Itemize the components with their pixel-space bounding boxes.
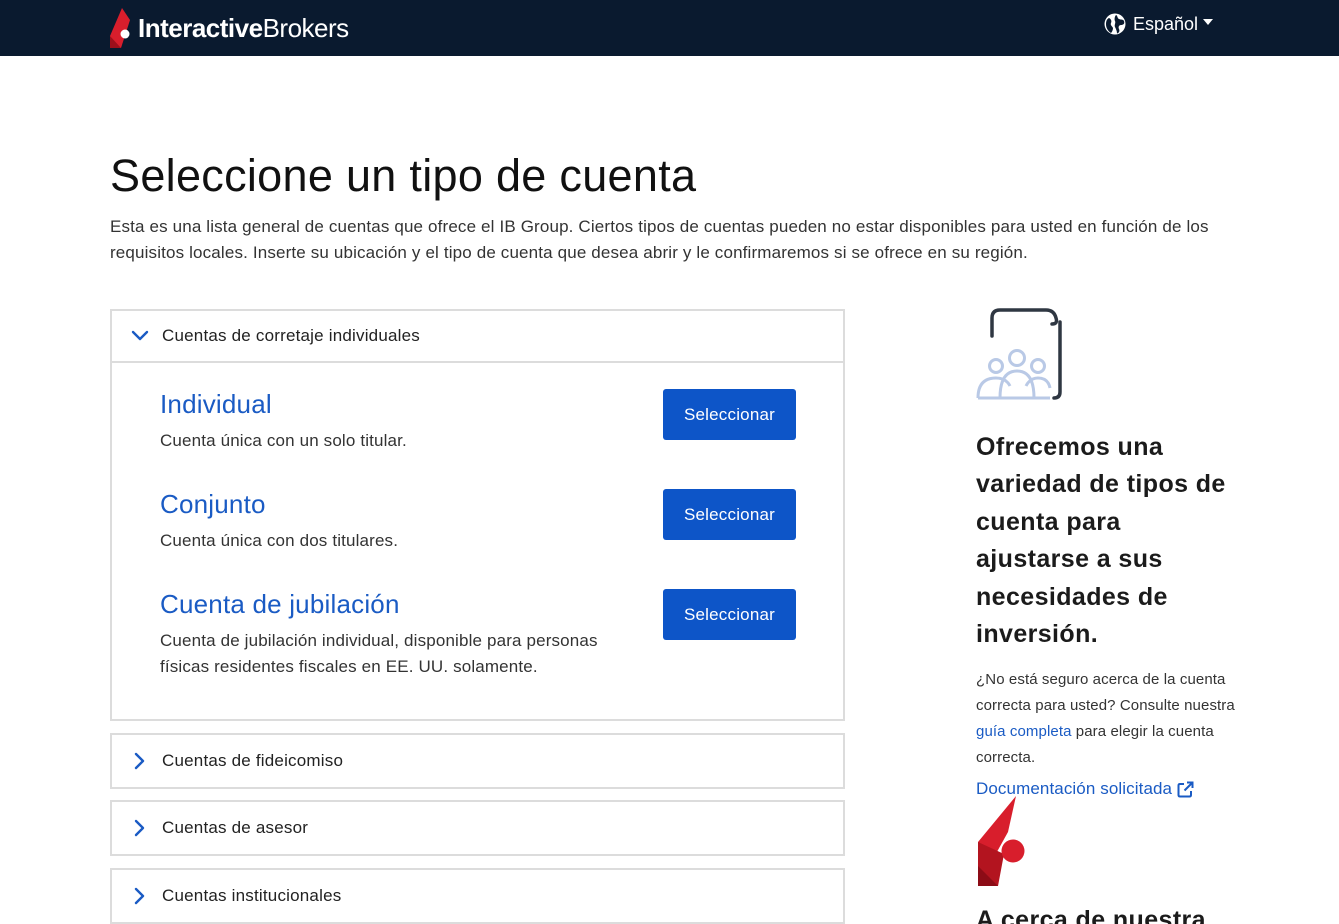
sidebar-help-text: ¿No está seguro acerca de la cuenta corr… [976,667,1236,770]
brand-bold: Interactive [138,12,263,43]
chevron-down-icon [130,326,150,346]
globe-icon [1104,13,1126,35]
help-text-start: ¿No está seguro acerca de la cuenta corr… [976,671,1235,715]
accordion-label: Cuentas de fideicomiso [162,751,344,770]
accordion-institutional: Cuentas institucionales [110,868,845,924]
chevron-right-icon [130,886,150,906]
accordion-header-advisor[interactable]: Cuentas de asesor [112,802,843,854]
caret-down-icon [1203,19,1213,25]
sidebar-heading: Ofrecemos una variedad de tipos de cuent… [976,433,1226,649]
brand-regular: Brokers [262,12,350,43]
account-name-retirement[interactable]: Cuenta de jubilación [160,589,640,620]
sidebar-next-heading: A cerca de nuestra [976,906,1206,924]
language-label: Español [1132,13,1198,34]
accordion-label: Cuentas institucionales [162,886,342,905]
select-individual-button[interactable]: Seleccionar [663,389,796,440]
accordion-trust: Cuentas de fideicomiso [110,733,845,789]
ib-logo-text: InteractiveBrokers [138,13,349,44]
page-intro: Esta es una lista general de cuentas que… [110,217,1209,262]
select-joint-button[interactable]: Seleccionar [663,489,796,540]
group-document-icon [976,308,1062,400]
accordion-header-individual-brokerage[interactable]: Cuentas de corretaje individuales [112,311,843,363]
top-navigation-bar: InteractiveBrokers Español [0,0,1339,56]
select-retirement-button[interactable]: Seleccionar [663,589,796,640]
account-type-retirement: Cuenta de jubilación Cuenta de jubilació… [160,589,640,679]
language-selector[interactable]: Español [1104,13,1213,35]
external-link-icon [1177,781,1194,798]
complete-guide-link[interactable]: guía completa [976,723,1072,740]
chevron-right-icon [130,818,150,838]
chevron-right-icon [130,751,150,771]
ib-logo-mark-icon [110,8,130,48]
accordion-individual-brokerage: Cuentas de corretaje individuales Indivi… [110,309,845,721]
ib-brand-mark-icon [978,796,1025,886]
accordion-header-institutional[interactable]: Cuentas institucionales [112,870,843,922]
page-title: Seleccione un tipo de cuenta [110,150,697,201]
accordion-label: Cuentas de corretaje individuales [162,326,420,345]
accordion-advisor: Cuentas de asesor [110,800,845,856]
accordion-header-trust[interactable]: Cuentas de fideicomiso [112,735,843,787]
accordion-label: Cuentas de asesor [162,818,309,837]
accordion-body-individual-brokerage: Individual Cuenta única con un solo titu… [112,363,843,719]
account-description: Cuenta de jubilación individual, disponi… [160,631,598,676]
ib-logo[interactable]: InteractiveBrokers [110,6,349,50]
sidebar-info: Ofrecemos una variedad de tipos de cuent… [976,308,1236,799]
